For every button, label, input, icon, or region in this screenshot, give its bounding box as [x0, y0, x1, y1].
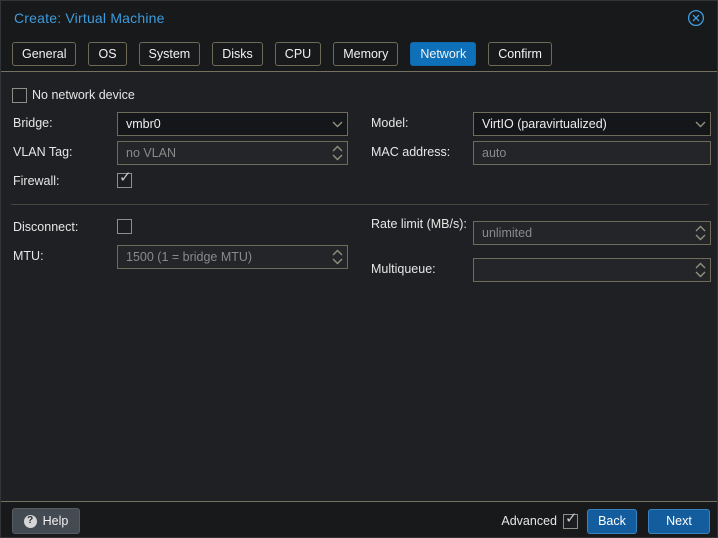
model-combobox[interactable] — [473, 112, 711, 136]
mtu-input[interactable] — [118, 250, 327, 264]
next-button[interactable]: Next — [648, 509, 710, 534]
advanced-label: Advanced — [501, 514, 557, 528]
footer-right-group: Advanced ✓ Back Next — [501, 508, 710, 534]
multiqueue-input[interactable] — [474, 263, 690, 277]
model-label: Model: — [371, 116, 409, 131]
mac-address-input[interactable] — [474, 146, 710, 160]
multiqueue-label: Multiqueue: — [371, 262, 436, 277]
help-button-label: Help — [43, 514, 69, 528]
disconnect-label: Disconnect: — [13, 220, 78, 235]
dialog-footer-toolbar: ? Help Advanced ✓ Back Next — [1, 502, 718, 538]
advanced-section-divider — [11, 204, 709, 205]
spinner-up-down-icon[interactable] — [327, 246, 347, 268]
mtu-spinner[interactable] — [117, 245, 348, 269]
rate-limit-spinner[interactable] — [473, 221, 711, 245]
advanced-checkbox[interactable]: ✓ — [563, 514, 578, 529]
bridge-combobox[interactable] — [117, 112, 348, 136]
wizard-tab-bar: General OS System Disks CPU Memory Netwo… — [12, 42, 552, 66]
bridge-input[interactable] — [118, 117, 327, 131]
tab-os[interactable]: OS — [88, 42, 126, 66]
tab-cpu[interactable]: CPU — [275, 42, 321, 66]
no-network-device-checkbox[interactable] — [12, 88, 27, 103]
tab-memory[interactable]: Memory — [333, 42, 398, 66]
chevron-down-icon[interactable] — [327, 113, 347, 135]
network-form-panel: No network device Bridge: Model: VLAN Ta… — [1, 71, 718, 502]
close-icon[interactable] — [686, 8, 706, 28]
rate-limit-input[interactable] — [474, 226, 690, 240]
firewall-checkbox[interactable]: ✓ — [117, 173, 132, 188]
vlan-tag-input[interactable] — [118, 146, 327, 160]
disconnect-checkbox[interactable] — [117, 219, 132, 234]
back-button[interactable]: Back — [587, 509, 637, 534]
tab-system[interactable]: System — [139, 42, 201, 66]
model-input[interactable] — [474, 117, 690, 131]
chevron-down-icon[interactable] — [690, 113, 710, 135]
mac-address-field[interactable] — [473, 141, 711, 165]
checkmark-icon: ✓ — [565, 511, 578, 526]
create-vm-dialog: Create: Virtual Machine General OS Syste… — [0, 0, 718, 538]
spinner-up-down-icon[interactable] — [327, 142, 347, 164]
multiqueue-spinner[interactable] — [473, 258, 711, 282]
question-circle-icon: ? — [24, 515, 37, 528]
mtu-label: MTU: — [13, 249, 44, 264]
mac-address-label: MAC address: — [371, 145, 450, 160]
no-network-device-label: No network device — [32, 88, 135, 103]
tab-disks[interactable]: Disks — [212, 42, 263, 66]
firewall-label: Firewall: — [13, 174, 60, 189]
vlan-tag-spinner[interactable] — [117, 141, 348, 165]
spinner-up-down-icon[interactable] — [690, 222, 710, 244]
vlan-tag-label: VLAN Tag: — [13, 145, 73, 160]
tab-confirm[interactable]: Confirm — [488, 42, 552, 66]
bridge-label: Bridge: — [13, 116, 53, 131]
help-button[interactable]: ? Help — [12, 508, 80, 534]
tab-network[interactable]: Network — [410, 42, 476, 66]
spinner-up-down-icon[interactable] — [690, 259, 710, 281]
checkmark-icon: ✓ — [119, 170, 132, 185]
rate-limit-label: Rate limit (MB/s): — [371, 215, 469, 234]
dialog-title: Create: Virtual Machine — [14, 10, 165, 26]
tab-general[interactable]: General — [12, 42, 76, 66]
